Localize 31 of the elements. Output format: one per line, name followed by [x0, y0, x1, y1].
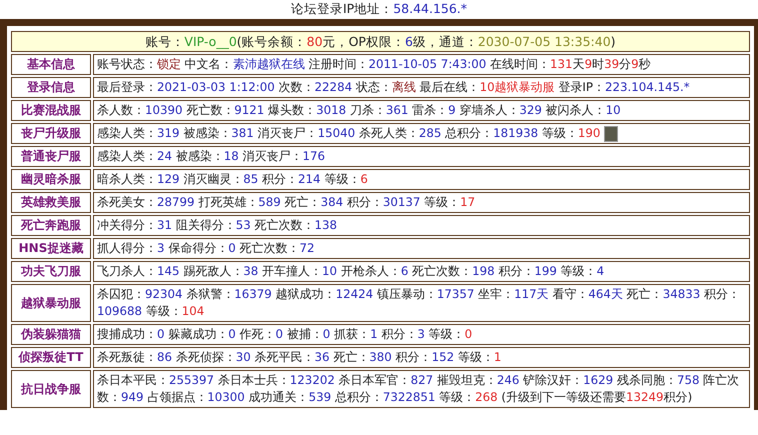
- stats-text: 飞刀杀人：145 踢死敌人：38 开车撞人：10 开枪杀人：6 死亡次数：198 积分：199 等级：4: [97, 264, 604, 278]
- stats-text: 杀死美女：28799 打死英雄：589 死亡：384 积分：30137 等级：17: [97, 195, 476, 209]
- section-label: 比赛混战服: [21, 103, 81, 117]
- stats-text: 杀人数：10390 死亡数：9121 爆头数：3018 刀杀：361 雷杀：9 穿墙杀人：329 被闪杀人：10: [97, 103, 621, 117]
- section-label: 登录信息: [27, 80, 75, 94]
- account-summary: 账号：VIP-o__0(账号余额：80元，OP权限：6级，通道：2030-07-05 13:35:40): [145, 34, 616, 49]
- stats-text: 杀囚犯：92304 杀狱警：16379 越狱成功：12424 镇压暴动：17357 坐牢：117天 看守：464天 死亡：34833 积分： 109688 等级：104: [97, 287, 740, 318]
- stats-text: 搜捕成功：0 躲藏成功：0 作死：0 被捕：0 抓获：1 积分：3 等级：0: [97, 327, 472, 341]
- stats-text: 暗杀人类：129 消灭幽灵：85 积分：214 等级：6: [97, 172, 368, 186]
- section-label: HNS捉迷藏: [18, 241, 84, 255]
- stats-text: 杀死叛徒：86 杀死侦探：30 杀死平民：36 死亡：380 积分：152 等级：1: [97, 350, 502, 364]
- forum-ip-address: 58.44.156.*: [393, 1, 468, 16]
- section-label: 越狱暴动服: [21, 296, 81, 310]
- stats-text: 杀日本平民：255397 杀日本士兵：123202 杀日本军官：827 摧毁坦克：246 铲除汉奸：1629 残杀同胞：758 阵亡次数：949 占领据点：10300 成功通关：539 总积分：7322851 等级：268 (升级到下一等级还需要13249积分): [97, 373, 740, 404]
- section-label: 死亡奔跑服: [21, 218, 81, 232]
- forum-ip-label: 论坛登录IP地址：: [290, 1, 394, 16]
- section-label: 侦探叛徒TT: [18, 350, 84, 364]
- section-label: 丧尸升级服: [21, 126, 81, 140]
- stats-text: 感染人类：319 被感染：381 消灭丧尸：15040 杀死人类：285 总积分：181938 等级：190: [97, 126, 600, 140]
- section-label: 伪装躲猫猫: [21, 327, 81, 341]
- section-label: 抗日战争服: [21, 382, 81, 396]
- stats-text: 抓人得分：3 保命得分：0 死亡次数：72: [97, 241, 315, 255]
- stats-text: 账号状态：锁定 中文名：素沛越狱在线 注册时间：2011-10-05 7:43:00 在线时间：131天9时39分9秒: [97, 57, 651, 71]
- section-label: 英雄救美服: [21, 195, 81, 209]
- section-label: 幽灵暗杀服: [21, 172, 81, 186]
- stats-text: 感染人类：24 被感染：18 消灭丧尸：176: [97, 149, 326, 163]
- stats-text: 冲关得分：31 阻关得分：53 死亡次数：138: [97, 218, 338, 232]
- section-label: 基本信息: [27, 57, 75, 71]
- section-label: 功夫飞刀服: [21, 264, 81, 278]
- section-label: 普通丧尸服: [21, 149, 81, 163]
- stats-text: 最后登录：2021-03-03 1:12:00 次数：22284 状态：离线 最后在线：10越狱暴动服 登录IP：223.104.145.*: [97, 80, 690, 94]
